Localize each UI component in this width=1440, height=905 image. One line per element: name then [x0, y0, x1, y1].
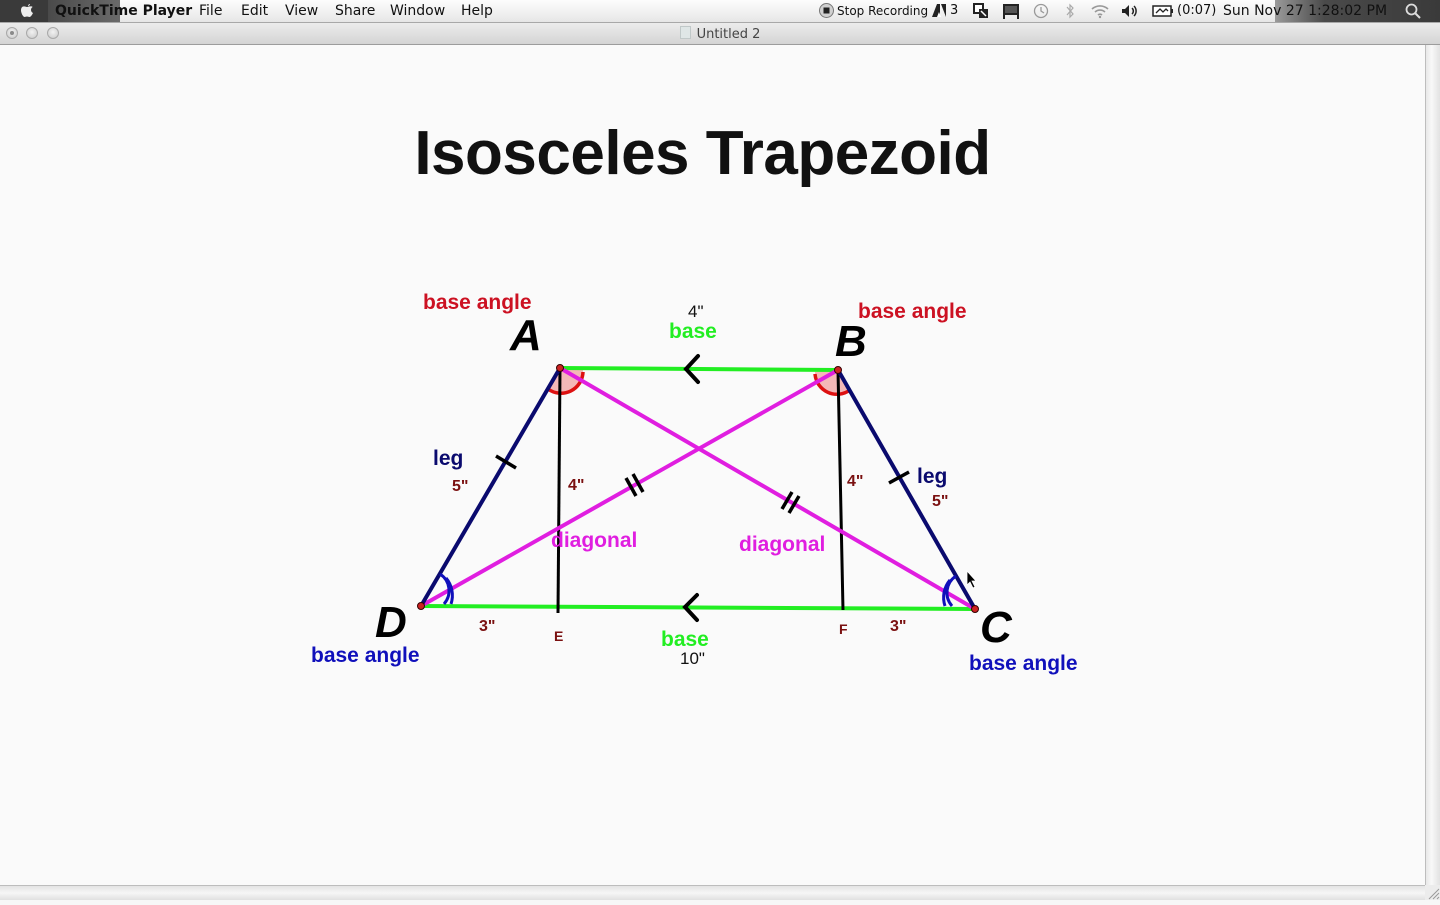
menu-app-name[interactable]: QuickTime Player: [55, 2, 192, 20]
bluetooth-icon[interactable]: [1065, 3, 1075, 23]
menu-view[interactable]: View: [285, 2, 318, 20]
window-title-text: Untitled 2: [696, 27, 761, 42]
display-icon[interactable]: [1002, 3, 1020, 23]
menu-bar: QuickTime Player File Edit View Share Wi…: [0, 0, 1440, 23]
screen-sharing-icon[interactable]: [973, 3, 989, 23]
adobe-icon[interactable]: [931, 3, 947, 22]
stop-recording-icon[interactable]: [819, 3, 834, 22]
apple-icon: [20, 2, 34, 18]
horizontal-scrollbar[interactable]: [0, 885, 1425, 900]
battery-time: (0:07): [1177, 3, 1217, 18]
menu-window[interactable]: Window: [390, 2, 445, 20]
document-icon: [679, 26, 691, 39]
apple-menu[interactable]: [0, 0, 48, 22]
adobe-count: 3: [950, 3, 959, 18]
menu-help[interactable]: Help: [461, 2, 493, 20]
resize-handle[interactable]: [1425, 885, 1440, 900]
wifi-icon[interactable]: [1090, 3, 1110, 23]
clock[interactable]: Sun Nov 27 1:28:02 PM: [1223, 2, 1387, 20]
menu-share[interactable]: Share: [335, 2, 375, 20]
vertical-scrollbar[interactable]: [1425, 45, 1440, 885]
time-machine-icon[interactable]: [1033, 3, 1049, 23]
stop-recording-label[interactable]: Stop Recording: [837, 2, 928, 20]
window-title: Untitled 2: [0, 26, 1440, 42]
menu-file[interactable]: File: [199, 2, 222, 20]
window-title-bar: Untitled 2: [0, 23, 1440, 45]
slide-title: Isosceles Trapezoid: [414, 119, 991, 188]
spotlight-icon[interactable]: [1405, 3, 1421, 23]
menu-edit[interactable]: Edit: [241, 2, 268, 20]
battery-icon[interactable]: [1152, 3, 1174, 23]
volume-icon[interactable]: [1121, 3, 1139, 23]
